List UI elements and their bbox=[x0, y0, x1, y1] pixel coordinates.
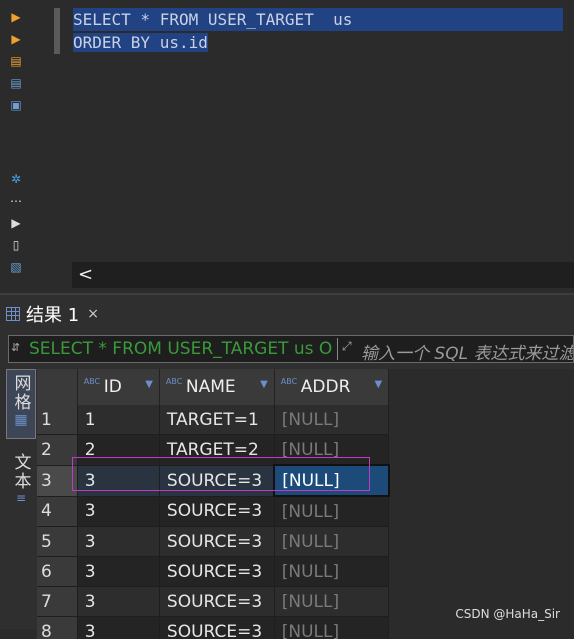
scroll-left-icon[interactable]: < bbox=[78, 262, 98, 288]
fold-marker bbox=[54, 8, 60, 54]
cell-id[interactable]: 2 bbox=[77, 435, 159, 466]
text-icon: ≡ bbox=[16, 491, 26, 505]
table-row[interactable]: 1 1 TARGET=1 [NULL] bbox=[37, 405, 574, 435]
horizontal-scrollbar[interactable]: < bbox=[72, 262, 574, 288]
cell-id[interactable]: 3 bbox=[77, 465, 159, 496]
cell-addr[interactable]: [NULL] bbox=[274, 435, 388, 466]
table-row[interactable]: 6 3 SOURCE=3 [NULL] bbox=[37, 557, 574, 587]
code-line-1-text: SELECT * FROM USER_TARGET us bbox=[73, 8, 563, 31]
cell-addr[interactable]: [NULL] bbox=[274, 496, 388, 527]
column-header-name[interactable]: ABC NAME ▼ bbox=[159, 369, 274, 405]
column-header-label: ID bbox=[104, 377, 122, 397]
empty-cell bbox=[389, 435, 574, 466]
column-header-addr[interactable]: ABC ADDR ▼ bbox=[274, 369, 388, 405]
cell-name[interactable]: SOURCE=3 bbox=[159, 617, 274, 639]
row-number[interactable]: 5 bbox=[37, 527, 77, 557]
code-line-1: SELECT * FROM USER_TARGET us bbox=[73, 8, 563, 31]
filter-icon[interactable]: ⇵ bbox=[11, 341, 25, 354]
row-number[interactable]: 6 bbox=[37, 557, 77, 587]
code-text[interactable]: SELECT * FROM USER_TARGET us ORDER BY us… bbox=[73, 8, 563, 54]
cell-id[interactable]: 3 bbox=[77, 496, 159, 527]
row-number[interactable]: 1 bbox=[37, 405, 77, 435]
cell-addr[interactable]: [NULL] bbox=[274, 617, 388, 639]
results-grid[interactable]: ABC ID ▼ ABC NAME ▼ ABC ADDR ▼ bbox=[37, 369, 574, 639]
column-header-label: ADDR bbox=[301, 377, 351, 397]
cell-addr[interactable]: [NULL] bbox=[274, 405, 388, 435]
empty-cell bbox=[389, 405, 574, 435]
show-output-icon[interactable]: ▧ bbox=[9, 260, 23, 274]
table-row[interactable]: 3 3 SOURCE=3 [NULL] bbox=[37, 465, 574, 496]
column-header-id[interactable]: ABC ID ▼ bbox=[77, 369, 159, 405]
more-options-icon[interactable]: ⋯ bbox=[9, 194, 23, 208]
code-line-2: ORDER BY us.id bbox=[73, 31, 563, 54]
cell-name[interactable]: SOURCE=3 bbox=[159, 557, 274, 587]
row-number[interactable]: 8 bbox=[37, 617, 77, 639]
tab-results-1[interactable]: 结果 1 × bbox=[6, 298, 99, 330]
tab-text-view[interactable]: 文本 ≡ bbox=[6, 453, 36, 523]
close-document-icon[interactable]: ▯ bbox=[9, 238, 23, 252]
table-row[interactable]: 2 2 TARGET=2 [NULL] bbox=[37, 435, 574, 466]
empty-cell bbox=[389, 465, 574, 496]
cell-name[interactable]: TARGET=2 bbox=[159, 435, 274, 466]
tab-results-label: 结果 1 bbox=[26, 301, 79, 327]
text-type-icon: ABC bbox=[281, 377, 297, 386]
cell-name[interactable]: TARGET=1 bbox=[159, 405, 274, 435]
cell-id[interactable]: 1 bbox=[77, 405, 159, 435]
sort-icon[interactable]: ▼ bbox=[260, 379, 268, 390]
tab-grid-view[interactable]: 网格 ▦ bbox=[6, 369, 36, 439]
view-switcher: 网格 ▦ 文本 ≡ bbox=[6, 369, 36, 639]
row-number-header bbox=[37, 369, 77, 405]
empty-cell bbox=[389, 527, 574, 557]
empty-cell bbox=[389, 557, 574, 587]
table-row[interactable]: 4 3 SOURCE=3 [NULL] bbox=[37, 496, 574, 527]
editor-toolbar: ▶ ▶ ▤ ▤ ▣ ✲ ⋯ ▶ ▯ ▧ bbox=[0, 0, 30, 293]
sql-editor[interactable]: ▶ ▶ ▤ ▤ ▣ ✲ ⋯ ▶ ▯ ▧ SELECT * FROM USER_T… bbox=[0, 0, 574, 293]
row-number[interactable]: 7 bbox=[37, 587, 77, 617]
execute-script-new-tab-icon[interactable]: ▤ bbox=[9, 76, 23, 90]
text-type-icon: ABC bbox=[84, 377, 100, 386]
column-header-label: NAME bbox=[186, 377, 236, 397]
cell-addr-focused[interactable]: [NULL] bbox=[274, 465, 388, 496]
row-number[interactable]: 2 bbox=[37, 435, 77, 466]
empty-cell bbox=[389, 496, 574, 527]
row-number[interactable]: 4 bbox=[37, 496, 77, 527]
cell-id[interactable]: 3 bbox=[77, 557, 159, 587]
cell-id[interactable]: 3 bbox=[77, 617, 159, 639]
table-row[interactable]: 5 3 SOURCE=3 [NULL] bbox=[37, 527, 574, 557]
empty-header bbox=[389, 369, 574, 405]
filter-bar: ⇵ SELECT * FROM USER_TARGET us O ⤢ 输入一个 … bbox=[8, 335, 574, 363]
load-plan-icon[interactable]: ✲ bbox=[9, 172, 23, 186]
cell-id[interactable]: 3 bbox=[77, 527, 159, 557]
explain-plan-icon[interactable]: ▣ bbox=[9, 98, 23, 112]
text-view-label: 文本 bbox=[9, 453, 34, 491]
table-icon: ▦ bbox=[14, 412, 27, 428]
filter-input[interactable]: 输入一个 SQL 表达式来过滤 bbox=[361, 339, 574, 363]
cell-addr[interactable]: [NULL] bbox=[274, 587, 388, 617]
expand-icon[interactable]: ⤢ bbox=[342, 339, 356, 353]
cell-name[interactable]: SOURCE=3 bbox=[159, 527, 274, 557]
cell-id[interactable]: 3 bbox=[77, 587, 159, 617]
cell-addr[interactable]: [NULL] bbox=[274, 557, 388, 587]
code-line-2-text: ORDER BY us.id bbox=[73, 33, 208, 52]
results-panel: 结果 1 × ⇵ SELECT * FROM USER_TARGET us O … bbox=[0, 293, 574, 629]
execute-in-new-tab-icon[interactable]: ▶ bbox=[9, 32, 23, 46]
grid-icon bbox=[6, 307, 20, 321]
sort-icon[interactable]: ▼ bbox=[145, 379, 153, 390]
cell-name[interactable]: SOURCE=3 bbox=[159, 587, 274, 617]
grid-view-label: 网格 bbox=[9, 374, 34, 412]
text-type-icon: ABC bbox=[166, 377, 182, 386]
cell-addr[interactable]: [NULL] bbox=[274, 527, 388, 557]
cell-name[interactable]: SOURCE=3 bbox=[159, 496, 274, 527]
filter-divider bbox=[337, 338, 338, 360]
sort-icon[interactable]: ▼ bbox=[374, 379, 382, 390]
watermark: CSDN @HaHa_Sir bbox=[455, 607, 560, 621]
export-icon[interactable]: ▶ bbox=[9, 216, 23, 230]
row-number[interactable]: 3 bbox=[37, 465, 77, 496]
close-icon[interactable]: × bbox=[87, 306, 99, 322]
execute-statement-icon[interactable]: ▶ bbox=[9, 10, 23, 24]
cell-name[interactable]: SOURCE=3 bbox=[159, 465, 274, 496]
execute-script-icon[interactable]: ▤ bbox=[9, 54, 23, 68]
filter-sql-text[interactable]: SELECT * FROM USER_TARGET us O bbox=[29, 339, 334, 359]
